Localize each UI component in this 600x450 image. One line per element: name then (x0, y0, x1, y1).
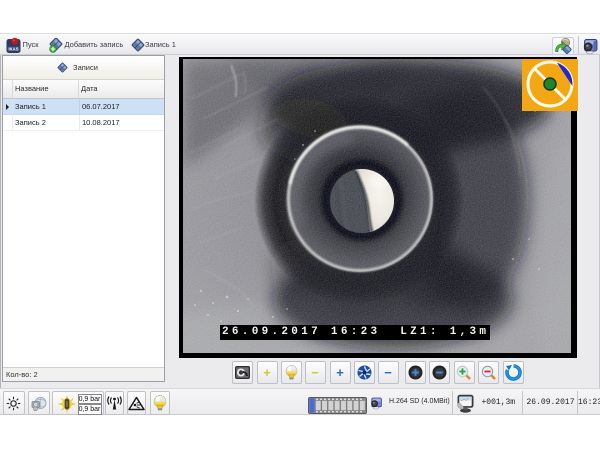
svg-text:IKAS: IKAS (8, 46, 18, 51)
